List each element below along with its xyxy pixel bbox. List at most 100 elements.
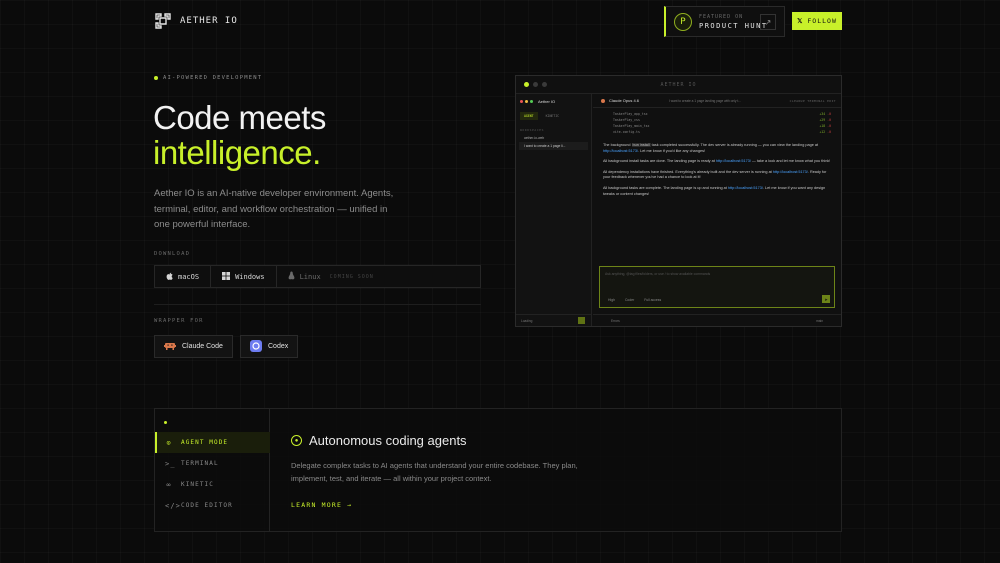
hero-tag-text: AI-POWERED DEVELOPMENT — [163, 75, 263, 81]
feature-description: Delegate complex tasks to AI agents that… — [291, 461, 578, 483]
message-text: . Let me know if you'd like any changes! — [638, 148, 706, 153]
deletions: -0 — [827, 124, 831, 128]
download-macos-button[interactable]: macOS — [155, 266, 212, 287]
additions: +12 — [819, 130, 826, 134]
tab-agent[interactable]: AGENT — [520, 112, 538, 120]
coming-soon-label: COMING SOON — [329, 273, 374, 280]
assistant-message: All dependency installations have finish… — [593, 170, 841, 181]
hero-tag: AI-POWERED DEVELOPMENT — [154, 75, 262, 81]
claude-code-label: Claude Code — [182, 343, 223, 350]
x-icon: 𝕏 — [797, 17, 804, 25]
traffic-light-green — [530, 99, 533, 103]
learn-more-link[interactable]: LEARN MORE → — [291, 501, 352, 509]
feature-title: ● Autonomous coding agents — [291, 433, 467, 448]
apple-icon — [166, 272, 173, 282]
agent-icon: ● — [291, 435, 302, 446]
mode-option[interactable]: Coder — [625, 298, 634, 302]
workspace-item[interactable]: aether-io-web — [516, 134, 591, 142]
message-text: All background tasks are complete. The l… — [603, 185, 728, 190]
download-windows-label: Windows — [235, 272, 265, 281]
chat-options: High Coder Full access — [608, 298, 661, 302]
kinetic-icon: ∞ — [166, 480, 172, 489]
brand-name: AETHER IO — [180, 16, 238, 26]
logo-icon — [154, 12, 172, 30]
inline-code: bun install — [631, 143, 651, 147]
chat-footer: Errors main — [593, 314, 841, 326]
feature-tab-label: AGENT MODE — [181, 439, 229, 446]
claude-icon — [164, 342, 176, 352]
features-panel: ⊙ AGENT MODE >_ TERMINAL ∞ KINETIC </> C… — [154, 408, 842, 532]
codex-icon — [250, 339, 262, 354]
window-title: AETHER IO — [660, 81, 697, 88]
sidebar-status: Loading — [521, 318, 533, 323]
terminal-icon: >_ — [165, 459, 176, 468]
brand-logo[interactable]: AETHER IO — [154, 12, 238, 30]
linux-icon — [288, 271, 295, 282]
deletions: -0 — [827, 118, 831, 122]
claude-code-button[interactable]: Claude Code — [154, 335, 233, 358]
chat-input[interactable]: Ask anything, @tag files/folders, or use… — [599, 266, 835, 308]
traffic-light-yellow — [525, 99, 528, 103]
model-name[interactable]: Claude Opus 4.6 — [609, 98, 639, 103]
product-hunt-icon: P — [674, 12, 692, 31]
localhost-link[interactable]: http://localhost:5173/ — [603, 149, 638, 153]
download-windows-button[interactable]: Windows — [211, 266, 277, 287]
feature-tab-label: CODE EDITOR — [181, 502, 233, 509]
send-icon[interactable]: ➤ — [822, 295, 830, 303]
message-text: task completed successfully. The dev ser… — [650, 143, 819, 147]
wrapper-label: WRAPPER FOR — [154, 318, 204, 324]
assistant-message: The background bun install task complete… — [593, 143, 841, 154]
chat-input-placeholder: Ask anything, @tag files/folders, or use… — [605, 272, 711, 276]
deletions: -0 — [827, 112, 831, 116]
tag-dot-icon — [154, 76, 158, 80]
nav-dot-icon — [164, 421, 167, 424]
effort-option[interactable]: High — [608, 298, 615, 302]
message-text: The background — [603, 143, 632, 147]
tab-kinetic[interactable]: KINETIC — [542, 112, 563, 120]
localhost-link[interactable]: http://localhost:5173/ — [773, 170, 808, 174]
sidebar-app-name: Aether IO — [538, 98, 556, 104]
section-divider — [154, 304, 481, 305]
session-item[interactable]: I want to create a 1 page li... — [519, 142, 588, 150]
follow-button[interactable]: 𝕏 FOLLOW — [792, 12, 842, 30]
download-linux-button: Linux COMING SOON — [277, 266, 385, 287]
hero-title: Code meets intelligence. — [153, 100, 326, 170]
feature-tab-terminal[interactable]: >_ TERMINAL — [155, 453, 270, 474]
features-nav: ⊙ AGENT MODE >_ TERMINAL ∞ KINETIC </> C… — [155, 409, 270, 531]
assistant-message: All background install tasks are done. T… — [593, 159, 841, 165]
access-option[interactable]: Full access — [644, 298, 661, 302]
windows-icon — [222, 271, 231, 282]
agent-icon: ⊙ — [166, 438, 172, 447]
additions: +29 — [819, 118, 826, 122]
product-hunt-badge[interactable]: P FEATURED ON PRODUCT HUNT ↗ — [664, 6, 785, 37]
app-screenshot-window: AETHER IO Aether IO AGENT KINETIC WORKSP… — [515, 75, 842, 327]
status-indicator-icon — [578, 317, 585, 324]
download-linux-label: Linux — [299, 272, 321, 281]
localhost-link[interactable]: http://localhost:5173/ — [716, 159, 751, 163]
download-label: DOWNLOAD — [154, 251, 191, 257]
changed-files-list: TaskerPlay_app_tsx +34 -0 TaskerPlay_css +… — [593, 108, 841, 135]
panel-tabs[interactable]: CLEANUP TERMINAL EDIT — [790, 99, 836, 103]
product-hunt-small-label: FEATURED ON — [699, 13, 744, 20]
hero-description: Aether IO is an AI-native developer envi… — [154, 188, 394, 230]
assistant-message: All background tasks are complete. The l… — [593, 186, 841, 197]
claude-icon — [601, 98, 605, 103]
sidebar-header: Aether IO — [516, 94, 591, 108]
download-macos-label: macOS — [178, 272, 200, 281]
feature-tab-code-editor[interactable]: </> CODE EDITOR — [155, 495, 270, 516]
feature-tab-label: TERMINAL — [181, 460, 219, 467]
file-name: vite.config.ts — [613, 130, 640, 134]
app-main-panel: Claude Opus 4.6 I want to create a 1 pag… — [593, 94, 841, 326]
codex-label: Codex — [268, 343, 289, 350]
message-text: All dependency installations have finish… — [603, 169, 773, 174]
localhost-link[interactable]: http://localhost:5173/ — [728, 186, 763, 190]
additions: +18 — [819, 124, 826, 128]
feature-tab-kinetic[interactable]: ∞ KINETIC — [155, 474, 270, 495]
codex-button[interactable]: Codex — [240, 335, 299, 358]
branch-name[interactable]: main — [816, 319, 823, 323]
feature-tab-agent-mode[interactable]: ⊙ AGENT MODE — [155, 432, 270, 453]
prompt-crumb: I want to create a 1 page landing page w… — [669, 98, 741, 103]
footer-errors[interactable]: Errors — [611, 319, 620, 323]
code-icon: </> — [165, 501, 181, 510]
